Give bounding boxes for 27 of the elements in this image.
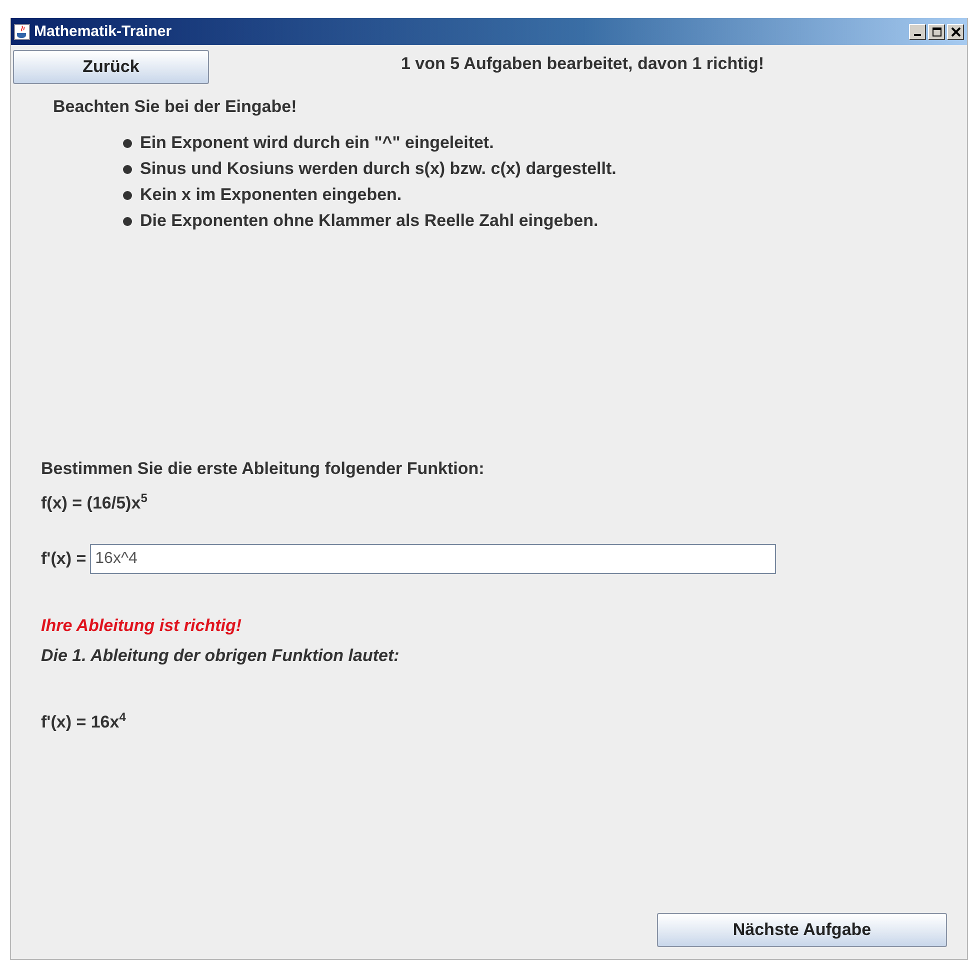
hint-text: Sinus und Kosiuns werden durch s(x) bzw. c(x) dargestellt. xyxy=(140,159,616,179)
bullet-icon xyxy=(123,164,132,174)
maximize-button[interactable] xyxy=(928,24,945,40)
hint-text: Kein x im Exponenten eingeben. xyxy=(140,185,402,205)
function-formula: f(x) = (16/5)x$^{5}$ xyxy=(41,491,148,514)
feedback-text: Ihre Ableitung ist richtig! xyxy=(41,616,243,636)
answer-label: f'(x) = xyxy=(41,548,86,569)
back-button[interactable]: Zurück xyxy=(13,50,209,84)
answer-field[interactable]: 16x^4 xyxy=(90,544,776,574)
window-title: Mathematik-Trainer xyxy=(34,23,173,40)
solution-intro: Die 1. Ableitung der obrigen Funktion lautet: xyxy=(41,646,400,666)
minimize-icon xyxy=(914,34,921,36)
progress-text: 1 von 5 Aufgaben bearbeitet, davon 1 richtig! xyxy=(401,54,764,74)
minimize-button[interactable] xyxy=(909,24,926,40)
next-button[interactable]: Nächste Aufgabe xyxy=(657,913,947,947)
hint-text: Die Exponenten ohne Klammer als Reelle Zahl eingeben. xyxy=(140,211,598,231)
app-icon xyxy=(14,24,30,40)
maximize-icon xyxy=(932,26,942,36)
bullet-icon xyxy=(123,190,132,200)
bullet-icon xyxy=(123,216,132,226)
hints-title: Beachten Sie bei der Eingabe! xyxy=(53,97,298,117)
task-text: Bestimmen Sie die erste Ableitung folgender Funktion: xyxy=(41,459,486,479)
close-icon xyxy=(950,26,960,36)
hint-text: Ein Exponent wird durch ein "^" eingeleitet. xyxy=(140,133,494,153)
close-button[interactable] xyxy=(947,24,964,40)
bullet-icon xyxy=(123,138,132,148)
solution-formula: f'(x) = 16x$^{4}$ xyxy=(41,710,127,732)
